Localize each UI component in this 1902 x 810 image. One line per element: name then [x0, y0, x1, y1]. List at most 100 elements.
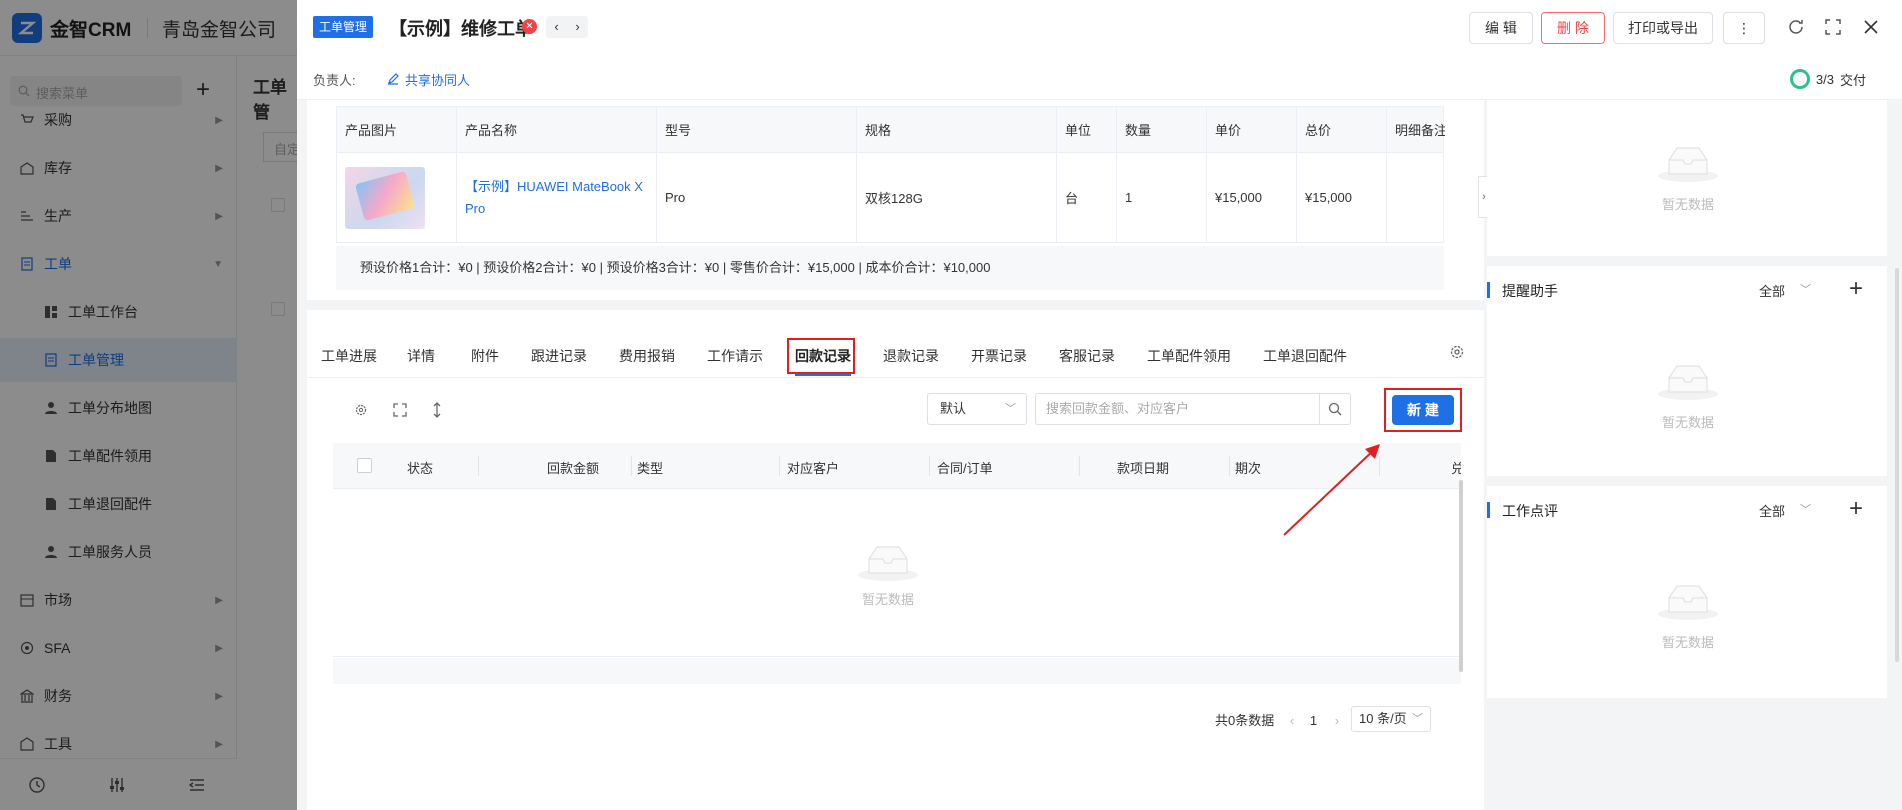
empty-box-icon [1658, 365, 1718, 400]
tab-details[interactable]: 详情 [407, 346, 435, 366]
column-header: 数量 [1117, 107, 1207, 152]
reminder-card: 提醒助手 全部 ﹀ + 暂无数据 [1487, 266, 1887, 476]
table-horizontal-scrollbar[interactable] [333, 658, 1461, 684]
price-summary: 预设价格1合计：¥0 | 预设价格2合计：¥0 | 预设价格3合计：¥0 | 零… [336, 246, 1444, 290]
owner-label: 负责人: [313, 73, 356, 88]
pagination: 共0条数据 ‹ 1 › [1215, 710, 1339, 729]
table-vertical-scrollbar[interactable] [1459, 480, 1463, 672]
product-total: ¥15,000 [1297, 153, 1387, 242]
column-divider [929, 456, 930, 476]
filter-select-value: 默认 [940, 401, 967, 416]
empty-text: 暂无数据 [861, 592, 914, 607]
column-header: 单位 [1057, 107, 1117, 152]
filter-select[interactable]: 默认 ﹀ [927, 393, 1027, 425]
product-image-cell [337, 153, 457, 242]
tab-attachments[interactable]: 附件 [471, 346, 499, 366]
empty-box-icon [1658, 585, 1718, 620]
column-header: 明细备注 [1395, 123, 1445, 138]
review-card: 工作点评 全部 ﹀ + 暂无数据 [1487, 486, 1887, 698]
chevron-down-icon[interactable]: ﹀ [1800, 281, 1811, 297]
section-accent-bar [1487, 502, 1490, 518]
column-header: 单价 [1207, 107, 1297, 152]
column-header: 款项日期 [1117, 461, 1170, 476]
drawer-header: 工单管理 【示例】维修工单 ✕ ‹ › 编 辑 删 除 打印或导出 ⋮ [297, 0, 1902, 56]
highlight-box-new [1384, 388, 1462, 432]
page-number[interactable]: 1 [1310, 713, 1317, 728]
gear-icon[interactable] [354, 403, 368, 417]
next-record-button[interactable]: › [567, 16, 588, 38]
column-header: 类型 [637, 461, 664, 476]
chevron-down-icon[interactable]: ﹀ [1800, 501, 1811, 517]
product-table-header: 产品图片 产品名称 型号 规格 单位 数量 单价 总价 明细备注 [336, 106, 1445, 153]
review-filter[interactable]: 全部 [1759, 501, 1785, 520]
column-header: 回款金额 [547, 461, 600, 476]
tab-invoices[interactable]: 开票记录 [971, 346, 1027, 366]
column-header: 产品名称 [457, 107, 657, 152]
previous-page-button[interactable]: ‹ [1290, 713, 1294, 728]
chevron-down-icon: ﹀ [1005, 403, 1016, 415]
total-count: 共0条数据 [1215, 713, 1275, 728]
tab-parts-use[interactable]: 工单配件领用 [1147, 346, 1231, 366]
product-model: Pro [657, 153, 857, 242]
column-divider [478, 456, 479, 476]
record-navigation: ‹ › [546, 16, 588, 38]
progress-stage: 交付 [1839, 72, 1866, 88]
record-title: 【示例】维修工单 [389, 19, 533, 39]
tab-parts-return[interactable]: 工单退回配件 [1263, 346, 1347, 366]
next-page-button[interactable]: › [1335, 713, 1339, 728]
product-spec: 双核128G [857, 153, 1057, 242]
record-search-input[interactable]: 搜索回款金额、对应客户 [1035, 393, 1319, 425]
panel-scrollbar[interactable] [1895, 268, 1899, 662]
share-collaborator-link[interactable]: 共享协同人 [405, 70, 470, 89]
fullscreen-icon[interactable] [393, 403, 407, 417]
fullscreen-icon[interactable] [1824, 18, 1842, 36]
row-height-icon[interactable] [431, 402, 443, 418]
tab-service[interactable]: 客服记录 [1059, 346, 1115, 366]
review-title: 工作点评 [1502, 503, 1558, 519]
column-header: 状态 [407, 461, 434, 476]
column-divider [1229, 456, 1230, 476]
gear-icon[interactable] [1449, 344, 1465, 360]
delete-button[interactable]: 删 除 [1541, 12, 1605, 44]
reminder-filter[interactable]: 全部 [1759, 281, 1785, 300]
column-divider [1079, 456, 1080, 476]
stage-progress: 3/3 交付 [1789, 69, 1866, 89]
product-name-link[interactable]: 【示例】HUAWEI MateBook X Pro [457, 153, 657, 242]
tab-progress[interactable]: 工单进展 [321, 346, 377, 366]
add-reminder-button[interactable]: + [1849, 275, 1863, 303]
product-unit: 台 [1057, 153, 1117, 242]
empty-text: 暂无数据 [1661, 415, 1714, 430]
highlight-box-tab [787, 338, 855, 374]
refresh-icon[interactable] [1787, 18, 1805, 36]
close-icon[interactable] [1862, 18, 1880, 36]
select-all-checkbox[interactable] [357, 458, 372, 473]
edit-button[interactable]: 编 辑 [1469, 12, 1533, 44]
owner-row: 负责人: 共享协同人 3/3 交付 [297, 56, 1902, 100]
table-row: 【示例】HUAWEI MateBook X Pro Pro 双核128G 台 1… [336, 153, 1444, 243]
column-header: 型号 [657, 107, 857, 152]
tab-refunds[interactable]: 退款记录 [883, 346, 939, 366]
tab-requests[interactable]: 工作请示 [707, 346, 763, 366]
section-accent-bar [1487, 282, 1490, 298]
column-header: 合同/订单 [937, 461, 993, 476]
column-divider [631, 456, 632, 476]
chevron-down-icon: ﹀ [1412, 713, 1423, 725]
search-button[interactable] [1319, 393, 1351, 425]
active-tab-indicator [795, 374, 851, 376]
column-header: 兑 [1451, 461, 1461, 476]
page-size-select[interactable]: 10 条/页 ﹀ [1351, 706, 1431, 732]
add-review-button[interactable]: + [1849, 495, 1863, 523]
product-image[interactable] [345, 166, 425, 229]
more-actions-button[interactable]: ⋮ [1723, 12, 1765, 44]
progress-ring-icon [1789, 69, 1810, 89]
progress-count: 3/3 [1815, 71, 1834, 87]
previous-record-button[interactable]: ‹ [546, 16, 567, 38]
column-header: 总价 [1297, 107, 1387, 152]
product-table: 产品图片 产品名称 型号 规格 单位 数量 单价 总价 明细备注 【示例】HUA… [336, 106, 1445, 290]
tab-expenses[interactable]: 费用报销 [619, 346, 675, 366]
empty-text: 暂无数据 [1661, 635, 1714, 650]
edit-icon [388, 73, 399, 85]
column-divider [779, 456, 780, 476]
tab-followups[interactable]: 跟进记录 [531, 346, 587, 366]
print-export-button[interactable]: 打印或导出 [1613, 12, 1713, 44]
